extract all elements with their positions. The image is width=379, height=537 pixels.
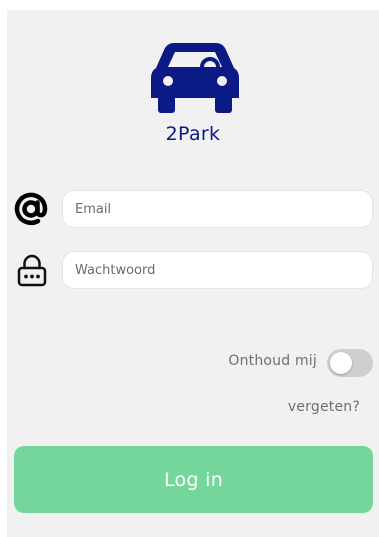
forgot-password-link[interactable]: vergeten? [288, 399, 360, 415]
at-sign-icon [14, 192, 48, 226]
car-icon [150, 36, 240, 114]
toggle-knob [330, 352, 352, 374]
login-button[interactable]: Log in [14, 446, 373, 513]
password-field[interactable] [62, 251, 373, 289]
login-screen: 2Park Onthoud mij vergeten? Log in [0, 0, 379, 537]
email-field[interactable] [62, 190, 373, 228]
brand-name: 2Park [165, 123, 221, 145]
lock-icon [17, 254, 47, 287]
remember-me-label: Onthoud mij [228, 353, 317, 369]
remember-me-toggle[interactable] [327, 349, 373, 377]
